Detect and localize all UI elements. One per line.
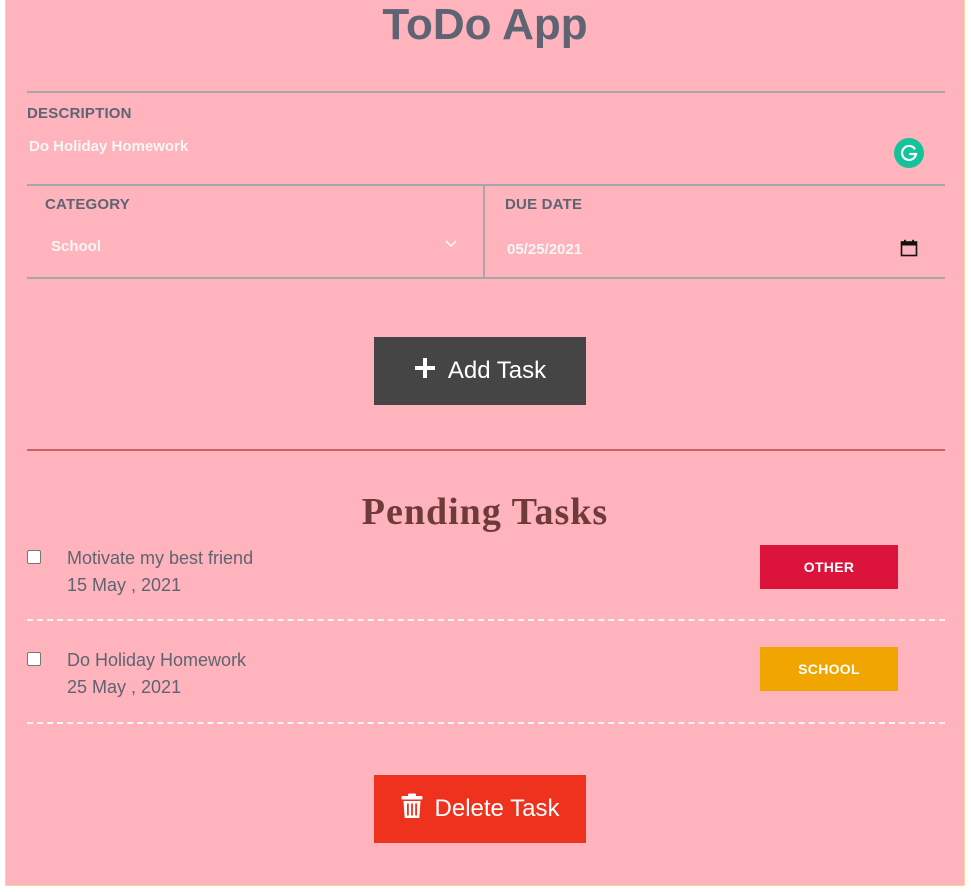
task-checkbox[interactable]: [27, 652, 41, 666]
delete-task-label: Delete Task: [434, 795, 560, 822]
category-field[interactable]: CATEGORY School: [27, 186, 485, 277]
task-separator: [27, 619, 945, 621]
add-task-button[interactable]: Add Task: [374, 337, 586, 405]
calendar-icon[interactable]: [900, 239, 918, 257]
task-checkbox[interactable]: [27, 550, 41, 564]
task-date: 15 May , 2021: [67, 575, 182, 595]
category-select[interactable]: School: [51, 238, 101, 255]
task-item: Do Holiday Homework 25 May , 2021 SCHOOL: [27, 647, 945, 749]
task-form: DESCRIPTION Do Holiday Homework CATEGORY…: [27, 91, 945, 279]
trash-icon: [401, 793, 423, 826]
todo-app: ToDo App DESCRIPTION Do Holiday Homework…: [5, 0, 965, 886]
task-category-badge: SCHOOL: [760, 647, 898, 691]
due-date-label: DUE DATE: [505, 196, 583, 213]
task-date: 25 May , 2021: [67, 677, 182, 697]
task-text: Do Holiday Homework: [67, 650, 247, 670]
plus-icon: [414, 357, 436, 386]
category-label: CATEGORY: [45, 196, 130, 213]
app-title: ToDo App: [382, 0, 588, 49]
delete-task-button[interactable]: Delete Task: [374, 775, 586, 843]
chevron-down-icon[interactable]: [445, 236, 457, 248]
task-item: Motivate my best friend 15 May , 2021 OT…: [27, 545, 945, 647]
due-date-input[interactable]: 05/25/2021: [507, 241, 582, 258]
section-divider: [27, 449, 945, 451]
description-input[interactable]: Do Holiday Homework: [29, 138, 188, 155]
due-date-field[interactable]: DUE DATE 05/25/2021: [485, 186, 945, 277]
task-text: Motivate my best friend: [67, 548, 254, 568]
add-task-label: Add Task: [447, 357, 547, 384]
grammarly-icon[interactable]: [894, 138, 924, 168]
pending-tasks-title: Pending Tasks: [361, 491, 609, 533]
task-category-badge: OTHER: [760, 545, 898, 589]
description-field[interactable]: DESCRIPTION Do Holiday Homework: [27, 93, 945, 186]
task-separator: [27, 722, 945, 724]
description-label: DESCRIPTION: [27, 105, 132, 122]
